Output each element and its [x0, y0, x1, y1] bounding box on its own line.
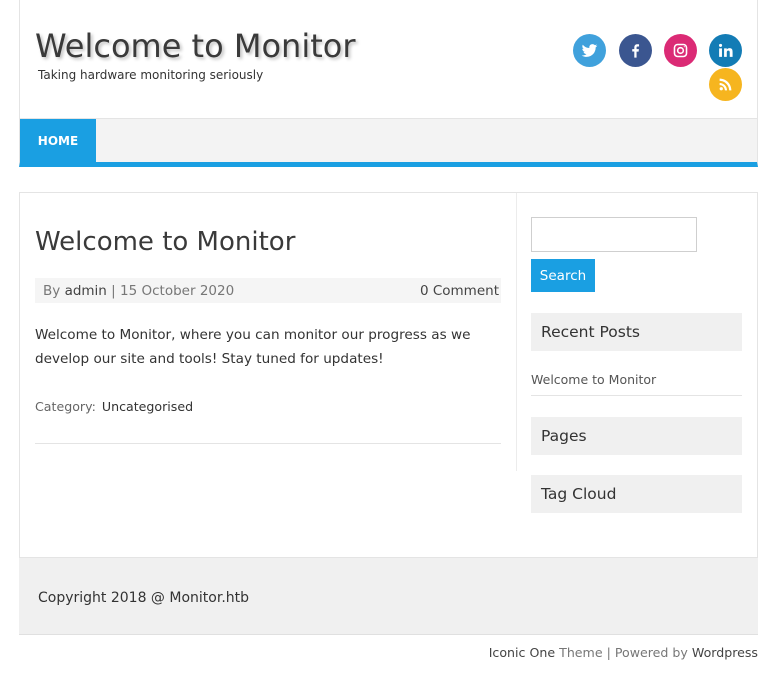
widget-title-pages: Pages: [531, 417, 742, 455]
widget-title-recent-posts: Recent Posts: [531, 313, 742, 351]
linkedin-icon[interactable]: [709, 34, 742, 67]
nav-item-home[interactable]: HOME: [20, 119, 96, 163]
site-header: Welcome to Monitor Taking hardware monit…: [19, 0, 758, 118]
facebook-icon[interactable]: [619, 34, 652, 67]
site-tagline: Taking hardware monitoring seriously: [38, 68, 264, 82]
theme-link[interactable]: Iconic One: [489, 645, 555, 660]
twitter-icon[interactable]: [573, 34, 606, 67]
post-body: Welcome to Monitor, where you can monito…: [35, 327, 471, 367]
post-content: Welcome to Monitor By admin | 15 October…: [20, 193, 517, 471]
recent-post-link[interactable]: Welcome to Monitor: [531, 372, 656, 387]
comments-link[interactable]: 0 Comment: [420, 283, 499, 299]
post-category: Category: Uncategorised: [35, 399, 193, 414]
powered-label: | Powered by: [606, 645, 688, 660]
post-title[interactable]: Welcome to Monitor: [35, 227, 295, 257]
by-label: By: [43, 283, 61, 299]
post-meta: By admin | 15 October 2020 0 Comment: [35, 278, 501, 303]
divider: [531, 395, 742, 396]
category-label: Category:: [35, 399, 96, 414]
wordpress-link[interactable]: Wordpress: [692, 645, 758, 660]
main-navigation: HOME: [19, 118, 758, 167]
footer-credits: Iconic One Theme | Powered by Wordpress: [489, 645, 758, 660]
site-title[interactable]: Welcome to Monitor: [35, 27, 355, 65]
search-button[interactable]: Search: [531, 259, 595, 292]
category-link[interactable]: Uncategorised: [102, 399, 193, 414]
divider: [35, 443, 501, 444]
search-input[interactable]: [531, 217, 697, 252]
instagram-icon[interactable]: [664, 34, 697, 67]
copyright-text: Copyright 2018 @ Monitor.htb: [38, 590, 250, 606]
widget-title-tag-cloud: Tag Cloud: [531, 475, 742, 513]
author-link[interactable]: admin: [65, 283, 107, 299]
theme-label: Theme: [559, 645, 603, 660]
main-container: Welcome to Monitor By admin | 15 October…: [19, 192, 758, 558]
site-footer: Copyright 2018 @ Monitor.htb: [19, 557, 758, 635]
meta-separator: |: [111, 283, 116, 299]
site-wrapper: Welcome to Monitor Taking hardware monit…: [19, 0, 758, 660]
post-date[interactable]: 15 October 2020: [120, 283, 234, 299]
rss-icon[interactable]: [709, 68, 742, 101]
post-meta-left: By admin | 15 October 2020: [43, 283, 234, 299]
